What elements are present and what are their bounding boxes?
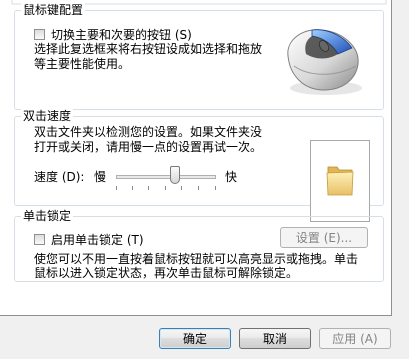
slow-label: 慢 [94,170,107,184]
mouse-illustration-icon [287,29,362,95]
slider-tick [165,186,166,190]
slider-tick [132,186,133,190]
slider-tick [181,186,182,190]
button-config-description-line2: 等主要性能使用。 [34,57,131,71]
double-click-speed-slider-track[interactable] [116,175,216,179]
cancel-button[interactable]: 取消 [239,328,311,349]
slider-tick [215,186,216,190]
button-config-title: 鼠标键配置 [21,3,86,17]
properties-tab-panel: 鼠标键配置 切换主要和次要的按钮 (S) 选择此复选框来将右按钮设成如选择和拖放… [0,0,392,316]
enable-click-lock-checkbox[interactable]: 启用单击锁定 (T) [34,231,144,248]
click-lock-description-line1: 使您可以不用一直按着鼠标按钮就可以高亮显示或拖拽。单击 [34,252,359,266]
swap-buttons-checkbox[interactable]: 切换主要和次要的按钮 (S) [34,26,192,43]
button-config-description-line1: 选择此复选框来将右按钮设成如选择和拖放 [34,42,263,56]
double-click-test-area[interactable] [310,140,370,222]
slider-tick [198,186,199,190]
enable-click-lock-checkbox-box[interactable] [34,234,45,245]
fast-label: 快 [225,170,238,184]
double-click-title: 双击速度 [21,109,74,123]
apply-button[interactable]: 应用 (A) [319,328,391,349]
click-lock-settings-button[interactable]: 设置 (E)... [280,227,368,248]
slider-tick [116,186,117,190]
swap-buttons-label: 切换主要和次要的按钮 (S) [51,28,192,42]
slider-tick [148,186,149,190]
ok-button[interactable]: 确定 [159,328,231,349]
double-click-speed-slider-thumb[interactable] [170,166,180,184]
click-lock-title: 单击锁定 [21,209,74,223]
double-click-description-line1: 双击文件夹以检测您的设置。如果文件夹没 [34,125,263,139]
enable-click-lock-label: 启用单击锁定 (T) [51,233,144,247]
folder-icon[interactable] [325,163,355,197]
double-click-description-line2: 打开或关闭，请用慢一点的设置再试一次。 [34,140,263,154]
speed-label: 速度 (D): [34,170,85,184]
click-lock-description-line2: 鼠标以进入锁定状态，再次单击鼠标可解除锁定。 [34,266,299,280]
swap-buttons-checkbox-box[interactable] [34,29,45,40]
